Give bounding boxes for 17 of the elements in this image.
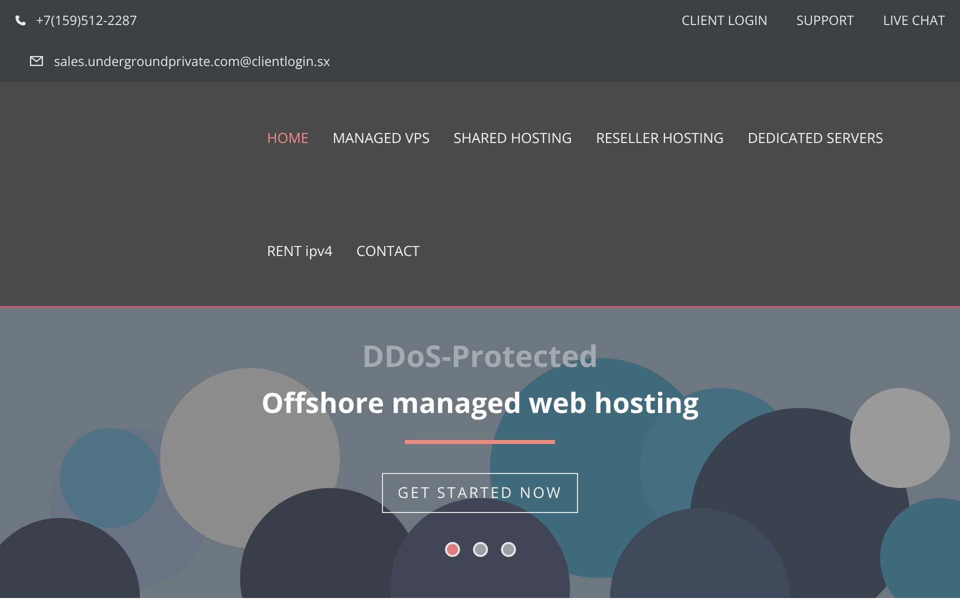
nav-link[interactable]: DEDICATED SERVERS: [748, 82, 884, 195]
nav-link[interactable]: HOME: [267, 82, 309, 195]
nav-link[interactable]: SHARED HOSTING: [454, 82, 572, 195]
phone-number: +7(159)512-2287: [36, 11, 138, 29]
top-link[interactable]: CLIENT LOGIN: [682, 11, 768, 29]
email-link[interactable]: sales.undergroundprivate.com@clientlogin.sx: [54, 52, 330, 70]
nav-link[interactable]: CONTACT: [356, 195, 420, 308]
hero-heading: Offshore managed web hosting: [261, 384, 699, 422]
nav-link[interactable]: RESELLER HOSTING: [596, 82, 724, 195]
faded-heading: DDoS-Protected: [362, 336, 598, 376]
get-started-button[interactable]: GET STARTED NOW: [382, 473, 578, 513]
top-link[interactable]: SUPPORT: [796, 11, 854, 29]
envelope-icon: [30, 56, 43, 66]
nav-link[interactable]: MANAGED VPS: [332, 82, 430, 195]
top-link[interactable]: LIVE CHAT: [883, 11, 945, 29]
phone-icon: [15, 14, 26, 26]
nav-link[interactable]: RENT ipv4: [267, 195, 332, 308]
